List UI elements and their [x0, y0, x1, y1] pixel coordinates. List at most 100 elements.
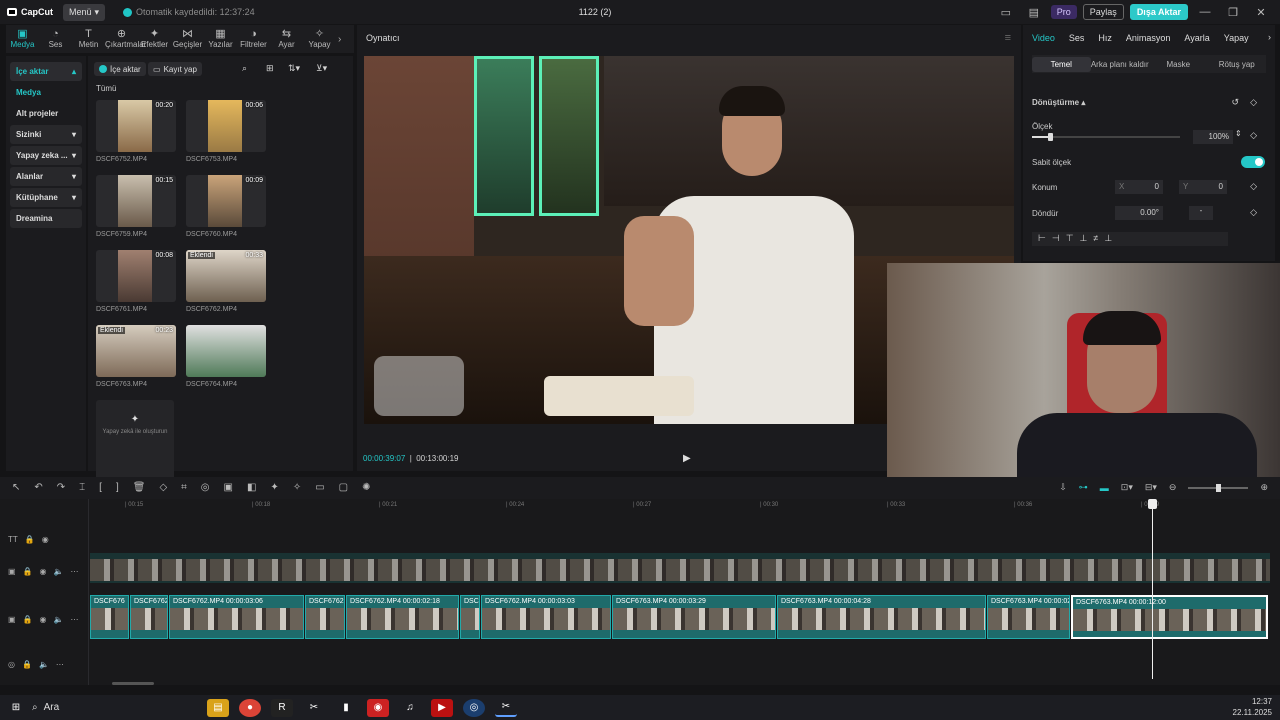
share-button[interactable]: Paylaş [1082, 4, 1124, 20]
video-app-icon[interactable]: ▶ [431, 698, 453, 717]
redo-icon[interactable]: ↷ [57, 482, 65, 493]
media-item[interactable]: DSCF6764.MP4 [186, 325, 266, 388]
crop-icon[interactable]: ⌗ [181, 482, 187, 493]
rotate-extra[interactable]: - [1189, 206, 1213, 220]
overlay-track-clip[interactable] [90, 553, 1270, 583]
media-item[interactable]: 00:33 Eklendi DSCF6762.MP4 [186, 250, 266, 313]
position-keyframe-icon[interactable]: ◇ [1250, 181, 1257, 192]
align-bottom-icon[interactable]: ⊥ [1104, 233, 1112, 245]
speed-icon[interactable]: ◎ [201, 482, 210, 493]
tab-audio[interactable]: ◔ Ses [39, 28, 72, 50]
tab-sticker[interactable]: ⊕ Çıkartmalar [105, 28, 146, 50]
video-clip[interactable]: DSCF6763.MP4 00:00:12:00 [1071, 595, 1268, 639]
maximize-icon[interactable]: ❐ [1222, 6, 1244, 19]
eye-icon[interactable]: ◉ [42, 535, 49, 544]
prop-tab[interactable]: Yapay [1224, 33, 1249, 43]
prop-subtab[interactable]: Temel [1032, 56, 1091, 72]
steam-icon[interactable]: ◎ [463, 698, 485, 717]
obs-icon[interactable]: ◉ [367, 698, 389, 717]
rotate-input[interactable]: 0.00° [1115, 206, 1163, 220]
media-item[interactable]: 00:06 DSCF6753.MP4 [186, 100, 266, 163]
eye-icon[interactable]: ◉ [40, 615, 47, 624]
tab-captions[interactable]: ▦ Yazılar [204, 28, 237, 50]
layout-icon[interactable]: ▭ [995, 6, 1017, 19]
tab-transitions[interactable]: ⋈ Geçişler [171, 28, 204, 50]
capcut-active-icon[interactable]: ✂ [495, 699, 517, 717]
prop-tab[interactable]: Ayarla [1184, 33, 1209, 43]
volume-icon[interactable]: 🔈 [39, 660, 49, 669]
reset-icon[interactable]: ↺ [1231, 97, 1239, 108]
effect-icon[interactable]: ✺ [362, 482, 370, 493]
video-clip[interactable]: DSCF6762.MP4 00:00:03:03 [481, 595, 611, 639]
caption-icon[interactable]: ▭ [315, 482, 324, 493]
video-clip[interactable]: DSCF [460, 595, 480, 639]
more-icon[interactable]: ⋯ [56, 660, 64, 669]
video-clip[interactable]: DSCF676 [90, 595, 129, 639]
preview-axis-icon[interactable]: ▬ [1100, 483, 1109, 493]
align-left-icon[interactable]: ⊢ [1038, 233, 1046, 245]
transform-section[interactable]: Dönüştürme ▴ [1032, 98, 1085, 107]
cover-icon[interactable]: ▣ [8, 567, 16, 576]
ai-icon[interactable]: ✦ [270, 482, 278, 493]
position-x-input[interactable]: X0 [1115, 180, 1163, 194]
align-middle-icon[interactable]: ≠ [1093, 233, 1098, 245]
more-tabs-icon[interactable]: › [1268, 32, 1271, 42]
search-icon[interactable]: ⌕ [242, 63, 247, 74]
minimize-icon[interactable]: — [1194, 6, 1216, 18]
shield-icon[interactable]: ◇ [159, 482, 167, 493]
lock-icon[interactable]: 🔒 [23, 567, 33, 576]
position-y-input[interactable]: Y0 [1179, 180, 1227, 194]
keyframe-icon[interactable]: ◇ [1250, 97, 1257, 108]
view-icon[interactable]: ⊞ [266, 63, 274, 74]
menu-button[interactable]: Menü ▾ [63, 3, 106, 21]
undo-icon[interactable]: ↶ [34, 482, 42, 493]
lock-icon[interactable]: 🔒 [22, 660, 32, 669]
playhead[interactable] [1148, 499, 1157, 679]
system-clock[interactable]: 12:37 22.11.2025 [1233, 696, 1272, 718]
ai-generate-button[interactable]: ✦ Yapay zekâ ile oluşturun [96, 400, 174, 480]
select-icon[interactable]: ↖ [12, 482, 20, 493]
export-frame-icon[interactable]: ▢ [339, 482, 348, 493]
video-clip[interactable]: DSCF6762.MP4 00:00:02:18 [346, 595, 459, 639]
prop-subtab[interactable]: Arka planı kaldır [1091, 60, 1150, 69]
nav-item-5[interactable]: Alanlar ▾ [10, 167, 82, 186]
zoom-out-icon[interactable]: ⊖ [1169, 482, 1177, 493]
media-item[interactable]: 00:20 DSCF6752.MP4 [96, 100, 176, 163]
cover-icon[interactable]: ▣ [8, 615, 16, 624]
nav-item-2[interactable]: Alt projeler [10, 104, 82, 123]
mic-app-icon[interactable]: ♫ [399, 699, 421, 717]
volume-icon[interactable]: 🔈 [54, 567, 64, 576]
tab-text[interactable]: T Metin [72, 28, 105, 50]
media-item[interactable]: 00:23 Eklendi DSCF6763.MP4 [96, 325, 176, 388]
timeline-scrollbar[interactable] [112, 682, 154, 685]
nav-item-3[interactable]: Sizinki ▾ [10, 125, 82, 144]
play-icon[interactable]: ▶ [683, 453, 691, 464]
tab-media[interactable]: ▣ Medya [6, 28, 39, 50]
nav-item-0[interactable]: İçe aktar ▴ [10, 62, 82, 81]
tools-more-icon[interactable]: › [338, 34, 341, 45]
pro-button[interactable]: Pro [1050, 5, 1077, 19]
lock-icon[interactable]: 🔒 [23, 615, 33, 624]
delete-icon[interactable]: 🗑 [133, 482, 146, 493]
tab-filters[interactable]: ◑ Filtreler [237, 28, 270, 50]
chrome-icon[interactable]: ● [239, 698, 261, 717]
r-app-icon[interactable]: R [271, 698, 293, 717]
timeline-ruler[interactable]: | 00:15 | 00:18 | 00:21 | 00:24 | 00:27 | 00:… [90, 499, 1280, 513]
nav-item-6[interactable]: Kütüphane ▾ [10, 188, 82, 207]
rotate-keyframe-icon[interactable]: ◇ [1250, 207, 1257, 218]
zoom-in-icon[interactable]: ⊕ [1260, 482, 1268, 493]
trim-right-icon[interactable]: ] [116, 482, 119, 493]
uniform-scale-toggle[interactable] [1241, 156, 1265, 168]
tab-ai[interactable]: ✧ Yapay [303, 28, 336, 50]
windows-start-icon[interactable]: ⊞ [5, 699, 27, 717]
media-item[interactable]: 00:15 DSCF6759.MP4 [96, 175, 176, 238]
prop-tab[interactable]: Animasyon [1126, 33, 1171, 43]
microphone-icon[interactable]: ▮ [335, 699, 357, 717]
media-item[interactable]: 00:09 DSCF6760.MP4 [186, 175, 266, 238]
tab-effects[interactable]: ✦ Efektler [138, 28, 171, 50]
lock-icon[interactable]: 🔒 [25, 535, 35, 544]
magic-icon[interactable]: ✧ [293, 482, 301, 493]
video-clip[interactable]: DSCF6762.MP4 00:00:03:06 [169, 595, 304, 639]
close-icon[interactable]: ✕ [1250, 6, 1272, 19]
player-menu-icon[interactable]: ≡ [1005, 32, 1011, 44]
